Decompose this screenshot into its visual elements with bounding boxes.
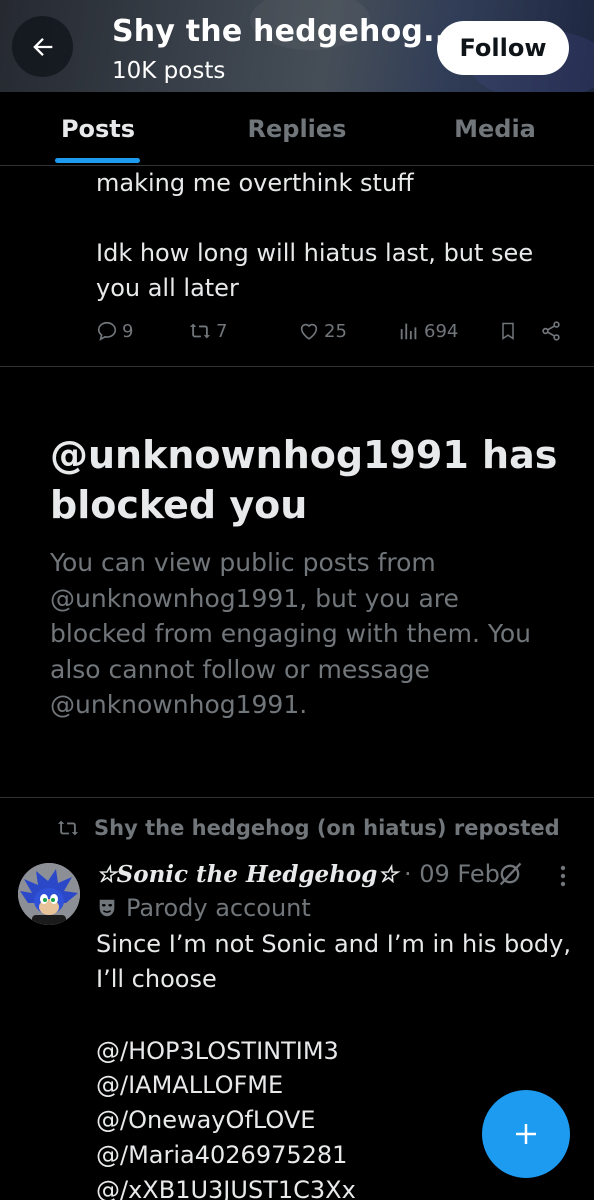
views-icon: [400, 323, 417, 340]
blocked-description: You can view public posts from @unknownh…: [50, 548, 532, 719]
post-actions: 9 7 25 694: [96, 316, 566, 346]
bookmark-button[interactable]: [498, 316, 518, 346]
parody-badge: Parody account: [96, 892, 311, 924]
tweet-mention[interactable]: @/OnewayOfLOVE: [96, 1106, 315, 1134]
bookmark-icon: [502, 322, 514, 340]
arrow-left-icon: [32, 37, 52, 56]
grok-icon[interactable]: [496, 860, 524, 888]
reply-count: 9: [122, 320, 134, 342]
repost-icon: [57, 820, 79, 836]
tweet-text-line: Since I’m not Sonic and I’m in his body,: [96, 930, 571, 958]
share-button[interactable]: [540, 316, 562, 346]
divider: [0, 366, 594, 367]
post-date[interactable]: · 09 Feb: [404, 860, 500, 888]
repost-context-label: Shy the hedgehog (on hiatus) reposted: [94, 816, 560, 840]
avatar[interactable]: [18, 863, 80, 925]
tab-posts[interactable]: Posts: [0, 92, 196, 166]
tweet-mention[interactable]: @/xXB1U3JUST1C3Xx: [96, 1176, 356, 1200]
share-icon: [542, 321, 560, 341]
plus-icon: [516, 1124, 536, 1144]
sonic-avatar-icon: [18, 863, 80, 925]
tab-replies[interactable]: Replies: [198, 92, 396, 166]
author-row: ☆Sonic the Hedgehog☆ · 09 Feb: [96, 856, 500, 892]
repost-icon: [189, 323, 211, 339]
like-count: 25: [324, 320, 347, 342]
reply-button[interactable]: 9: [96, 316, 133, 346]
compose-button[interactable]: [482, 1090, 570, 1178]
tweet-text-line: I’ll choose: [96, 965, 217, 993]
tab-media[interactable]: Media: [396, 92, 594, 166]
parody-label: Parody account: [126, 894, 311, 922]
divider: [0, 797, 594, 798]
tweet-mention[interactable]: @/HOP3LOSTINTIM3: [96, 1037, 339, 1065]
repost-count: 7: [216, 320, 228, 342]
author-name[interactable]: ☆Sonic the Hedgehog☆: [96, 861, 398, 888]
profile-tabs: Posts Replies Media: [0, 92, 594, 166]
post-text-line: Idk how long will hiatus last, but see: [96, 239, 534, 267]
tweet-mention[interactable]: @/Maria4026975281: [96, 1141, 347, 1169]
views-button[interactable]: 694: [398, 316, 458, 346]
post-text-line: you all later: [96, 274, 239, 302]
profile-header: Shy the hedgehog... 10K posts Follow: [0, 0, 594, 92]
like-button[interactable]: 25: [298, 316, 347, 346]
more-options-icon[interactable]: [553, 862, 573, 890]
back-button[interactable]: [12, 16, 73, 77]
repost-context[interactable]: Shy the hedgehog (on hiatus) reposted: [56, 816, 560, 840]
follow-button[interactable]: Follow: [437, 21, 569, 75]
active-tab-indicator: [55, 158, 140, 163]
mask-icon: [99, 899, 115, 917]
view-count: 694: [424, 320, 459, 342]
tweet-mention[interactable]: @/IAMALLOFME: [96, 1071, 283, 1099]
profile-title: Shy the hedgehog...: [112, 14, 458, 49]
repost-button[interactable]: 7: [188, 316, 227, 346]
reply-icon: [97, 321, 117, 341]
post-text-line: making me overthink stuff: [96, 169, 414, 197]
heart-icon: [300, 323, 318, 340]
post-count: 10K posts: [112, 58, 226, 84]
blocked-title: @unknownhog1991 has blocked you: [50, 433, 558, 527]
